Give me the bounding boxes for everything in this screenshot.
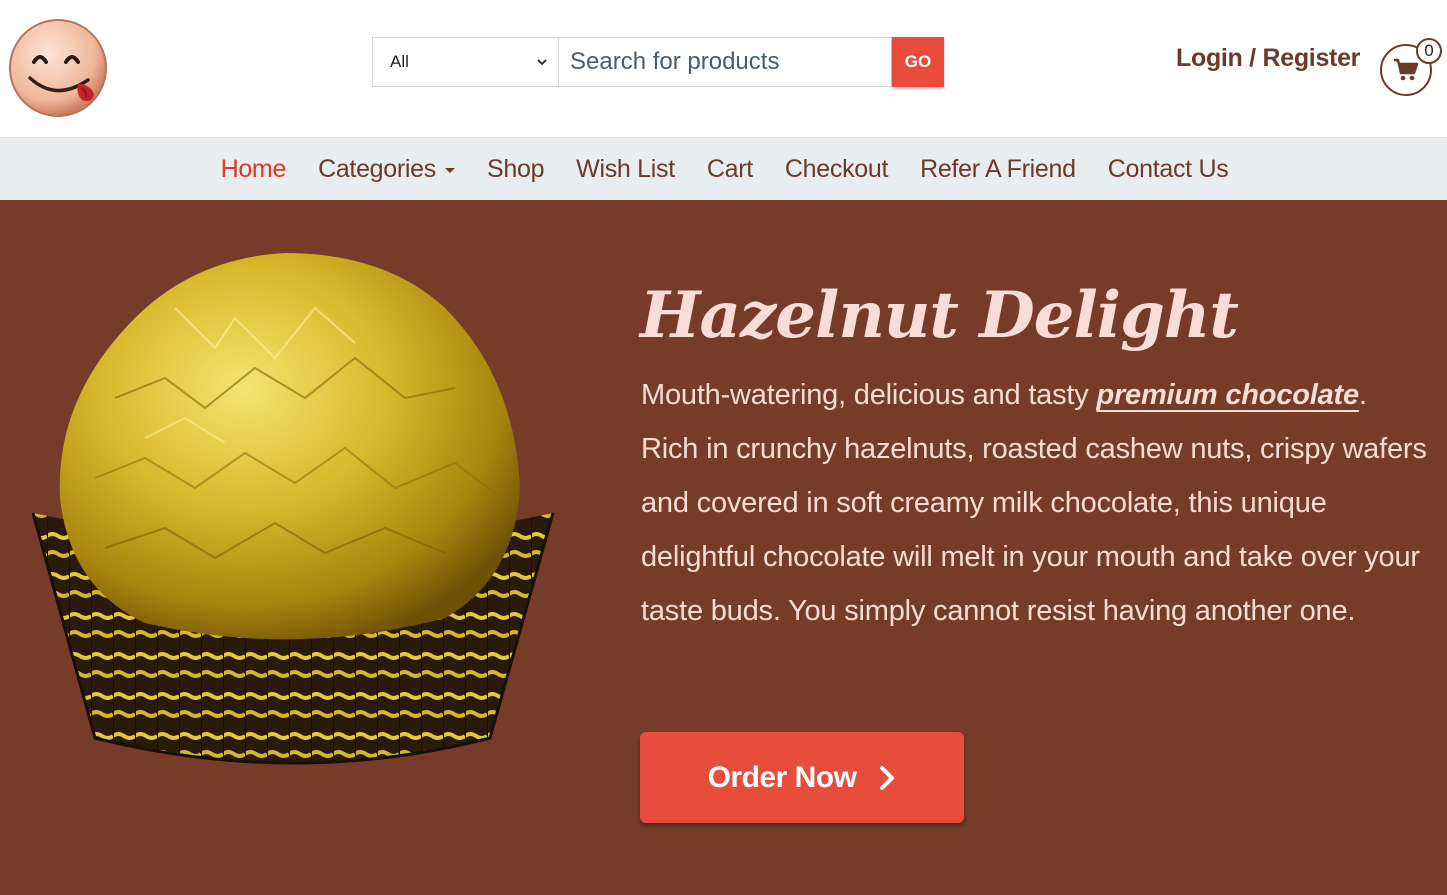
hero-text-intro: Mouth-watering, delicious and tasty (641, 379, 1097, 411)
search-go-button[interactable]: GO (892, 37, 944, 87)
nav-item-categories[interactable]: Categories (302, 155, 471, 184)
hero-text-body: . Rich in crunchy hazelnuts, roasted cas… (641, 379, 1427, 627)
nav-item-wish-list[interactable]: Wish List (560, 155, 691, 184)
nav-item-label: Contact Us (1107, 154, 1229, 183)
category-select[interactable]: All (372, 37, 558, 87)
product-image (31, 253, 555, 765)
hero-description: Mouth-watering, delicious and tasty prem… (641, 368, 1431, 638)
nav-item-label: Shop (486, 154, 545, 183)
nav-item-label: Refer A Friend (920, 154, 1076, 183)
nav-item-home[interactable]: Home (205, 155, 303, 184)
nav-item-label: Home (220, 154, 287, 183)
nav-item-label: Wish List (576, 154, 675, 183)
hero-title: Hazelnut Delight (640, 278, 1239, 353)
category-select-value: All (390, 52, 409, 71)
nav-item-contact-us[interactable]: Contact Us (1092, 155, 1245, 184)
chevron-right-icon (880, 765, 895, 790)
hero-banner: Hazelnut Delight Mouth-watering, delicio… (0, 200, 1447, 895)
nav-item-shop[interactable]: Shop (471, 155, 560, 184)
cart-count-badge: 0 (1416, 38, 1442, 64)
site-header: All GO Login / Register 0 (0, 0, 1447, 138)
nav-item-label: Checkout (784, 154, 889, 183)
nav-item-label: Cart (706, 154, 753, 183)
login-register-link[interactable]: Login / Register (1176, 44, 1360, 73)
nav-item-checkout[interactable]: Checkout (769, 155, 904, 184)
order-now-button[interactable]: Order Now (640, 732, 964, 823)
search-input[interactable] (558, 37, 892, 87)
smiley-tongue-icon[interactable] (8, 18, 108, 118)
shopping-cart-icon (1394, 58, 1419, 81)
nav-item-label: Categories (318, 154, 436, 183)
nav-item-refer-a-friend[interactable]: Refer A Friend (904, 155, 1092, 184)
product-search: All GO (372, 37, 944, 87)
caret-down-icon (444, 167, 455, 173)
chevron-down-icon (537, 59, 547, 66)
premium-chocolate-link[interactable]: premium chocolate (1096, 379, 1359, 411)
cart-button[interactable]: 0 (1380, 38, 1442, 96)
order-now-label: Order Now (707, 760, 857, 794)
main-nav: Home Categories Shop Wish List Cart Chec… (0, 138, 1447, 200)
nav-item-cart[interactable]: Cart (691, 155, 769, 184)
